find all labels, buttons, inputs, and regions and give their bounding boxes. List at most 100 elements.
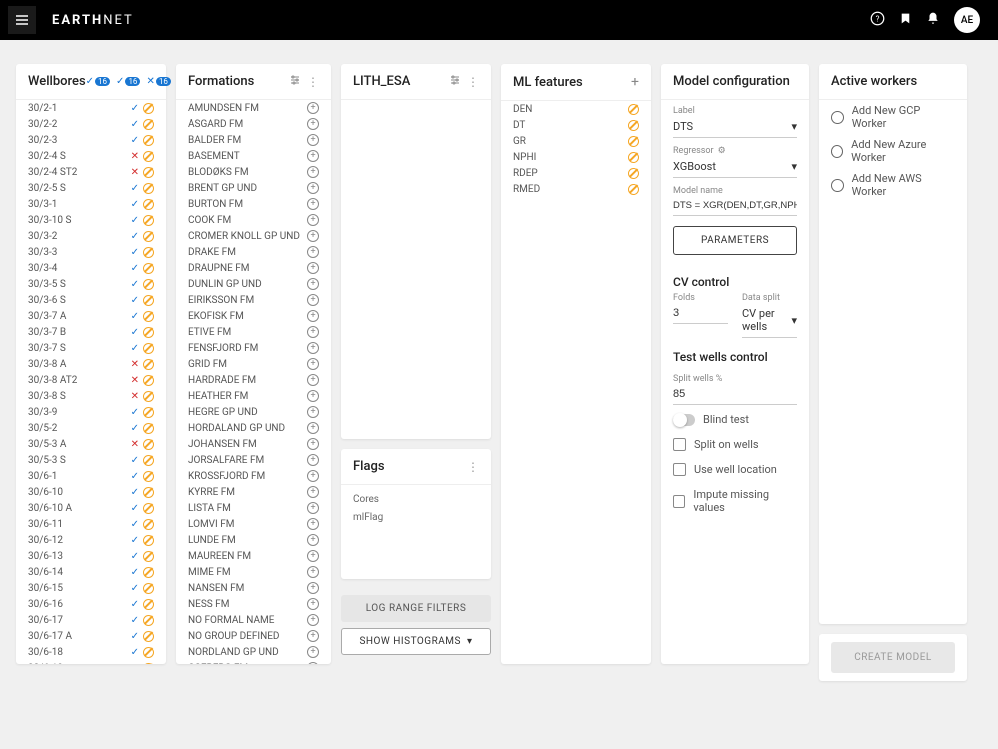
check-icon[interactable]: ✓ [131, 583, 139, 594]
check-icon[interactable]: ✓ [131, 503, 139, 514]
exclude-icon[interactable] [143, 135, 154, 146]
ml-feature-row[interactable]: NPHI [501, 149, 651, 165]
wellbore-row[interactable]: 30/6-18✓ [16, 644, 166, 660]
check-icon[interactable]: ✓ [131, 231, 139, 242]
formation-row[interactable]: LOMVI FM+ [176, 516, 331, 532]
x-icon[interactable]: ✕ [131, 359, 139, 370]
exclude-icon[interactable] [143, 535, 154, 546]
add-circle-icon[interactable]: + [307, 518, 319, 530]
wellbore-row[interactable]: 30/6-1✓ [16, 468, 166, 484]
wellbore-row[interactable]: 30/3-7 B✓ [16, 324, 166, 340]
exclude-icon[interactable] [143, 423, 154, 434]
worker-option[interactable]: Add New Azure Worker [819, 134, 967, 168]
add-circle-icon[interactable]: + [307, 374, 319, 386]
formation-row[interactable]: HEATHER FM+ [176, 388, 331, 404]
exclude-icon[interactable] [143, 519, 154, 530]
blind-toggle[interactable] [673, 414, 695, 426]
wellbore-row[interactable]: 30/2-2✓ [16, 116, 166, 132]
check-icon[interactable]: ✓ [131, 199, 139, 210]
formation-row[interactable]: HORDALAND GP UND+ [176, 420, 331, 436]
check-icon[interactable]: ✓ [131, 551, 139, 562]
bell-icon[interactable] [926, 11, 940, 30]
exclude-icon[interactable] [143, 439, 154, 450]
exclude-icon[interactable] [143, 647, 154, 658]
exclude-icon[interactable] [143, 295, 154, 306]
parameters-button[interactable]: PARAMETERS [673, 226, 797, 255]
use-location-checkbox[interactable] [673, 463, 686, 476]
add-circle-icon[interactable]: + [307, 166, 319, 178]
log-range-button[interactable]: LOG RANGE FILTERS [341, 595, 491, 622]
wellbore-row[interactable]: 30/3-7 S✓ [16, 340, 166, 356]
x-icon[interactable]: ✕ [131, 391, 139, 402]
formation-row[interactable]: BURTON FM+ [176, 196, 331, 212]
add-circle-icon[interactable]: + [307, 230, 319, 242]
formation-row[interactable]: MAUREEN FM+ [176, 548, 331, 564]
add-circle-icon[interactable]: + [307, 182, 319, 194]
wellbore-row[interactable]: 30/5-3 A✕ [16, 436, 166, 452]
add-circle-icon[interactable]: + [307, 630, 319, 642]
wellbore-row[interactable]: 30/6-10 A✓ [16, 500, 166, 516]
exclude-icon[interactable] [143, 631, 154, 642]
wellbore-row[interactable]: 30/2-1✓ [16, 100, 166, 116]
add-circle-icon[interactable]: + [307, 342, 319, 354]
wellbore-row[interactable]: 30/3-10 S✓ [16, 212, 166, 228]
add-circle-icon[interactable]: + [307, 470, 319, 482]
wellbore-row[interactable]: 30/6-13✓ [16, 548, 166, 564]
exclude-icon[interactable] [143, 471, 154, 482]
exclude-icon[interactable] [143, 199, 154, 210]
formation-row[interactable]: JORSALFARE FM+ [176, 452, 331, 468]
formation-row[interactable]: BLODØKS FM+ [176, 164, 331, 180]
wellbore-row[interactable]: 30/6-15✓ [16, 580, 166, 596]
exclude-icon[interactable] [143, 279, 154, 290]
formation-row[interactable]: NO GROUP DEFINED+ [176, 628, 331, 644]
formation-row[interactable]: NESS FM+ [176, 596, 331, 612]
formation-row[interactable]: DUNLIN GP UND+ [176, 276, 331, 292]
wellbore-row[interactable]: 30/3-8 S✕ [16, 388, 166, 404]
exclude-icon[interactable] [143, 311, 154, 322]
add-circle-icon[interactable]: + [307, 262, 319, 274]
check-icon[interactable]: ✓ [131, 615, 139, 626]
add-circle-icon[interactable]: + [307, 118, 319, 130]
add-circle-icon[interactable]: + [307, 310, 319, 322]
more-icon[interactable]: ⋮ [467, 75, 479, 89]
wellbore-row[interactable]: 30/3-4✓ [16, 260, 166, 276]
exclude-icon[interactable] [143, 551, 154, 562]
ml-feature-row[interactable]: DEN [501, 101, 651, 117]
formation-row[interactable]: HARDRÅDE FM+ [176, 372, 331, 388]
formation-row[interactable]: LUNDE FM+ [176, 532, 331, 548]
avatar[interactable]: AE [954, 7, 980, 33]
check-icon[interactable]: ✓ [131, 183, 139, 194]
wellbore-row[interactable]: 30/3-1✓ [16, 196, 166, 212]
formation-row[interactable]: NANSEN FM+ [176, 580, 331, 596]
wellbore-row[interactable]: 30/5-2✓ [16, 420, 166, 436]
wellbore-row[interactable]: 30/3-8 A✕ [16, 356, 166, 372]
exclude-icon[interactable] [143, 183, 154, 194]
formation-row[interactable]: NORDLAND GP UND+ [176, 644, 331, 660]
add-circle-icon[interactable]: + [307, 326, 319, 338]
add-circle-icon[interactable]: + [307, 358, 319, 370]
formation-row[interactable]: CROMER KNOLL GP UND+ [176, 228, 331, 244]
check-icon[interactable]: ✓ [131, 263, 139, 274]
formation-row[interactable]: NO FORMAL NAME+ [176, 612, 331, 628]
add-circle-icon[interactable]: + [307, 390, 319, 402]
exclude-icon[interactable] [143, 263, 154, 274]
check-icon[interactable]: ✓ [131, 535, 139, 546]
check-icon[interactable]: ✓ [131, 343, 139, 354]
add-circle-icon[interactable]: + [307, 582, 319, 594]
label-select[interactable]: DTS▾ [673, 116, 797, 138]
chip-check-2[interactable]: ✓16 [116, 76, 140, 87]
add-circle-icon[interactable]: + [307, 406, 319, 418]
settings-icon[interactable] [289, 74, 301, 89]
check-icon[interactable]: ✓ [131, 103, 139, 114]
worker-option[interactable]: Add New AWS Worker [819, 168, 967, 202]
exclude-icon[interactable] [143, 151, 154, 162]
check-icon[interactable]: ✓ [131, 423, 139, 434]
exclude-icon[interactable] [628, 168, 639, 179]
wellbore-row[interactable]: 30/6-19✓ [16, 660, 166, 664]
add-circle-icon[interactable]: + [307, 598, 319, 610]
wellbore-row[interactable]: 30/6-11✓ [16, 516, 166, 532]
modelname-input[interactable] [673, 196, 797, 216]
wellbore-row[interactable]: 30/3-7 A✓ [16, 308, 166, 324]
exclude-icon[interactable] [143, 407, 154, 418]
formation-row[interactable]: OSEBERG FM+ [176, 660, 331, 664]
